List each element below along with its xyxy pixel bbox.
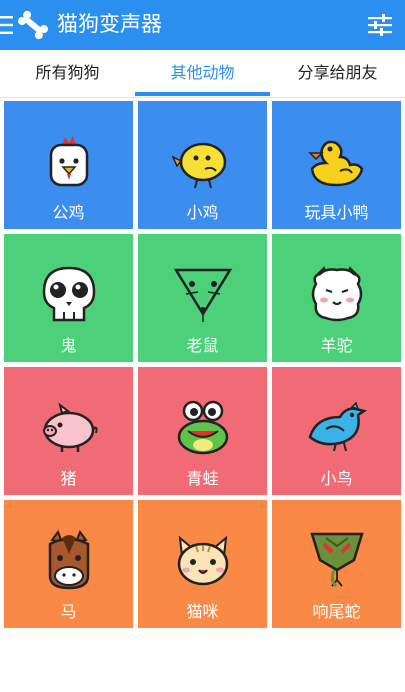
tab-other-animals[interactable]: 其他动物 <box>135 50 270 97</box>
animal-label: 马 <box>60 602 77 621</box>
animal-label: 玩具小鸭 <box>304 203 369 222</box>
rattlesnake-icon <box>310 532 364 588</box>
animal-tile-rubber-duck[interactable]: 玩具小鸭 <box>272 101 401 229</box>
bone-logo-icon <box>18 10 48 40</box>
animal-tile-ghost[interactable]: 鬼 <box>4 234 133 362</box>
animal-label: 响尾蛇 <box>312 602 361 621</box>
animal-tile-horse[interactable]: 马 <box>4 500 133 628</box>
animal-label: 公鸡 <box>52 203 85 222</box>
animal-label: 青蛙 <box>186 469 219 488</box>
rooster-icon <box>49 136 89 187</box>
skull-icon <box>42 266 96 322</box>
animal-tile-frog[interactable]: 青蛙 <box>138 367 267 495</box>
bird-icon <box>308 401 368 452</box>
horse-icon <box>48 530 90 590</box>
app-title: 猫狗变声器 <box>57 12 162 36</box>
animal-tile-mouse[interactable]: 老鼠 <box>138 234 267 362</box>
animal-tile-alpaca[interactable]: 羊驼 <box>272 234 401 362</box>
animal-label: 猪 <box>60 469 77 488</box>
animal-tile-chick[interactable]: 小鸡 <box>138 101 267 229</box>
animal-label: 老鼠 <box>186 336 219 355</box>
animal-label: 小鸟 <box>320 469 353 488</box>
frog-icon <box>177 400 229 455</box>
animal-tile-rattlesnake[interactable]: 响尾蛇 <box>272 500 401 628</box>
animal-tile-cat[interactable]: 猫咪 <box>138 500 267 628</box>
app-bar: 猫狗变声器 <box>0 0 405 50</box>
animal-tile-rooster[interactable]: 公鸡 <box>4 101 133 229</box>
chick-icon <box>172 142 227 189</box>
cat-icon <box>177 535 229 586</box>
animal-tile-pig[interactable]: 猪 <box>4 367 133 495</box>
tab-indicator <box>135 92 270 96</box>
alpaca-icon <box>311 266 363 322</box>
menu-icon[interactable] <box>0 14 14 36</box>
animal-label: 小鸡 <box>186 203 219 222</box>
tab-all-dogs[interactable]: 所有狗狗 <box>0 50 135 97</box>
rubber-duck-icon <box>308 140 364 187</box>
mouse-icon <box>173 268 233 322</box>
settings-sliders-icon[interactable] <box>367 12 393 38</box>
animal-label: 猫咪 <box>186 602 219 621</box>
animal-label: 鬼 <box>60 336 77 355</box>
animal-label: 羊驼 <box>320 336 353 355</box>
tab-share-friends[interactable]: 分享给朋友 <box>270 50 405 97</box>
animal-tile-bird[interactable]: 小鸟 <box>272 367 401 495</box>
tab-bar: 所有狗狗 其他动物 分享给朋友 <box>0 50 405 98</box>
pig-icon <box>43 402 98 452</box>
